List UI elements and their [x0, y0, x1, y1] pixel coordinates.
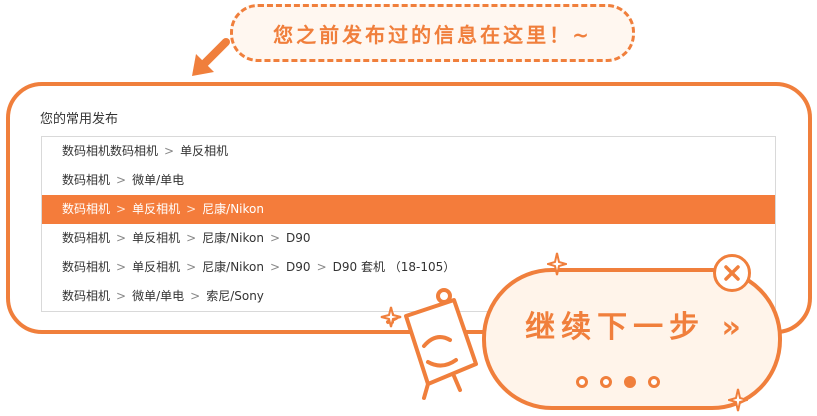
- category-label: 数码相机: [62, 202, 111, 216]
- pager-dot[interactable]: [648, 376, 660, 388]
- breadcrumb-separator: >: [116, 231, 127, 245]
- category-label: 单反相机: [132, 231, 181, 245]
- pager-dot[interactable]: [576, 376, 588, 388]
- close-button[interactable]: [713, 254, 751, 292]
- category-label: 数码相机: [62, 289, 111, 303]
- sparkle-icon: [380, 306, 402, 328]
- arrow-down-left-icon: [192, 38, 230, 76]
- list-item[interactable]: 数码相机 > 单反相机 > 尼康/Nikon > D90: [42, 224, 775, 253]
- pager-dot[interactable]: [624, 376, 636, 388]
- panel-title: 您的常用发布: [40, 112, 119, 127]
- breadcrumb-separator: >: [269, 231, 281, 245]
- category-label: 数码相机: [62, 231, 111, 245]
- category-label: 微单/单电: [132, 173, 185, 187]
- list-item[interactable]: 数码相机 > 单反相机 > 尼康/Nikon: [42, 195, 775, 224]
- breadcrumb-separator: >: [186, 202, 197, 216]
- category-label: D90: [286, 231, 311, 245]
- list-item[interactable]: 数码相机 > 微单/单电: [42, 166, 775, 195]
- breadcrumb-separator: >: [316, 260, 327, 274]
- category-label: D90: [286, 260, 311, 274]
- breadcrumb-separator: >: [116, 289, 127, 303]
- breadcrumb-separator: >: [116, 260, 127, 274]
- category-label: 尼康/Nikon: [202, 231, 264, 245]
- category-label: 数码相机数码相机: [62, 144, 159, 158]
- category-label: 数码相机: [62, 173, 111, 187]
- hint-bubble: 您之前发布过的信息在这里！~: [230, 4, 635, 62]
- breadcrumb-separator: >: [164, 144, 175, 158]
- category-label: 尼康/Nikon: [202, 260, 264, 274]
- sparkle-icon: [728, 388, 748, 412]
- breadcrumb-separator: >: [186, 260, 197, 274]
- hint-text: 您之前发布过的信息在这里！~: [273, 22, 592, 47]
- next-step-button[interactable]: 继续下一步 »: [506, 300, 766, 348]
- sparkle-icon: [547, 252, 567, 276]
- category-label: 数码相机: [62, 260, 111, 274]
- pager-dots: [576, 376, 660, 388]
- mascot-icon: [386, 288, 478, 400]
- list-item[interactable]: 数码相机数码相机 > 单反相机: [42, 137, 775, 166]
- category-label: 尼康/Nikon: [202, 202, 264, 216]
- category-label: 微单/单电: [132, 289, 185, 303]
- category-label: 单反相机: [132, 202, 181, 216]
- breadcrumb-separator: >: [190, 289, 201, 303]
- breadcrumb-separator: >: [116, 202, 127, 216]
- breadcrumb-separator: >: [269, 260, 281, 274]
- breadcrumb-separator: >: [116, 173, 127, 187]
- close-icon: [724, 265, 740, 281]
- pager-dot[interactable]: [600, 376, 612, 388]
- category-label: 单反相机: [132, 260, 181, 274]
- category-label: D90 套机 （18-105）: [332, 260, 456, 274]
- category-label: 单反相机: [180, 144, 229, 158]
- breadcrumb-separator: >: [186, 231, 197, 245]
- category-label: 索尼/Sony: [206, 289, 264, 303]
